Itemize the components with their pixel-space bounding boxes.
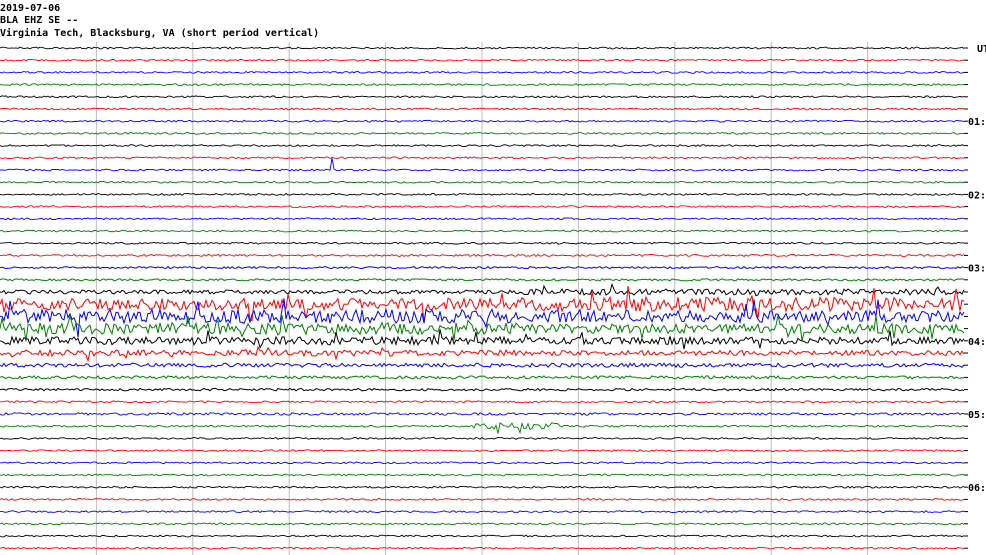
hour-label: 01: [968, 117, 986, 128]
hour-label: 06: [968, 483, 986, 494]
seismogram-plot: UT 01: 02: 03: 04: 05: 06: [0, 42, 986, 555]
timezone-label: UT [977, 44, 986, 55]
hour-label: 02: [968, 190, 986, 201]
hour-label: 05: [968, 410, 986, 421]
hour-label: 03: [968, 264, 986, 275]
hour-label: 04: [968, 337, 986, 348]
